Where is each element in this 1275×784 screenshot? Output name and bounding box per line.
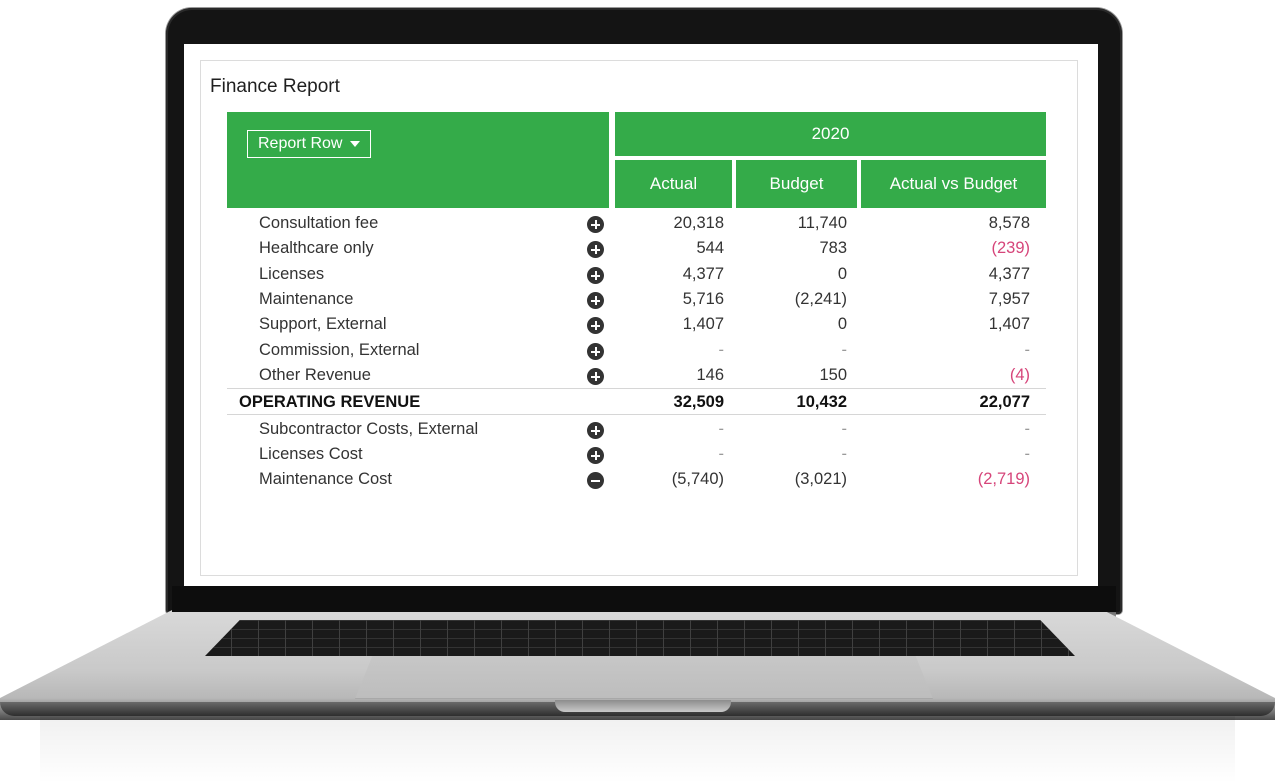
expand-plus-icon[interactable] xyxy=(587,317,604,334)
collapse-minus-icon[interactable] xyxy=(587,472,604,489)
actual-value: 544 xyxy=(696,239,724,257)
table-row: Maintenance 5,716 (2,241) 7,957 xyxy=(227,287,1046,312)
budget-value: 0 xyxy=(837,315,847,333)
year-header: 2020 xyxy=(615,112,1046,156)
actual-value: 32,509 xyxy=(673,393,724,411)
expand-plus-icon[interactable] xyxy=(587,368,604,385)
budget-value: (3,021) xyxy=(794,470,847,488)
row-label: Healthcare only xyxy=(259,239,374,257)
table-row: Commission, External - - - xyxy=(227,338,1046,363)
report-title: Finance Report xyxy=(210,76,340,97)
row-divider xyxy=(227,388,1046,389)
actual-value: 1,407 xyxy=(682,315,724,333)
table-row: Maintenance Cost (5,740) (3,021) (2,719) xyxy=(227,467,1046,492)
expand-plus-icon[interactable] xyxy=(587,216,604,233)
expand-plus-icon[interactable] xyxy=(587,343,604,360)
laptop-chin xyxy=(172,586,1116,612)
laptop-reflection xyxy=(40,716,1235,784)
budget-value: 150 xyxy=(819,366,847,384)
variance-value: 4,377 xyxy=(988,265,1030,283)
expand-plus-icon[interactable] xyxy=(587,447,604,464)
table-row: Subcontractor Costs, External - - - xyxy=(227,417,1046,442)
budget-value: (2,241) xyxy=(794,290,847,308)
variance-value: (2,719) xyxy=(977,470,1030,488)
row-label: Support, External xyxy=(259,315,387,333)
column-header-actual-vs-budget: Actual vs Budget xyxy=(861,160,1046,208)
variance-value: - xyxy=(1024,420,1031,438)
column-header-actual: Actual xyxy=(615,160,732,208)
budget-value: 10,432 xyxy=(796,393,847,411)
row-header-cell: Report Row xyxy=(227,112,609,208)
budget-value: - xyxy=(841,341,848,359)
row-label: Licenses xyxy=(259,265,325,283)
actual-value: (5,740) xyxy=(671,470,724,488)
row-label: Commission, External xyxy=(259,341,420,359)
row-label: Maintenance Cost xyxy=(259,470,392,488)
row-label: Maintenance xyxy=(259,290,354,308)
variance-value: - xyxy=(1024,445,1031,463)
expand-plus-icon[interactable] xyxy=(587,267,604,284)
table-row: Healthcare only 544 783 (239) xyxy=(227,236,1046,261)
column-header-budget: Budget xyxy=(736,160,857,208)
actual-value: - xyxy=(718,445,725,463)
actual-value: 20,318 xyxy=(673,214,724,232)
variance-value: (4) xyxy=(1009,366,1030,384)
variance-value: - xyxy=(1024,341,1031,359)
table-total-row: OPERATING REVENUE 32,509 10,432 22,077 xyxy=(227,390,1046,415)
table-row: Other Revenue 146 150 (4) xyxy=(227,363,1046,388)
expand-plus-icon[interactable] xyxy=(587,292,604,309)
expand-plus-icon[interactable] xyxy=(587,241,604,258)
table-row: Licenses 4,377 0 4,377 xyxy=(227,262,1046,287)
budget-value: - xyxy=(841,445,848,463)
laptop-notch xyxy=(555,700,731,712)
table-row: Support, External 1,407 0 1,407 xyxy=(227,312,1046,337)
laptop-trackpad xyxy=(355,656,933,699)
table-row: Licenses Cost - - - xyxy=(227,442,1046,467)
budget-value: 0 xyxy=(837,265,847,283)
actual-value: 146 xyxy=(696,366,724,384)
budget-value: 783 xyxy=(819,239,847,257)
table-row: Consultation fee 20,318 11,740 8,578 xyxy=(227,211,1046,236)
variance-value: 7,957 xyxy=(988,290,1030,308)
report-row-dropdown[interactable]: Report Row xyxy=(247,130,372,158)
variance-value: 1,407 xyxy=(988,315,1030,333)
expand-plus-icon[interactable] xyxy=(587,422,604,439)
variance-value: 8,578 xyxy=(988,214,1030,232)
variance-value: (239) xyxy=(991,239,1030,257)
row-label: Subcontractor Costs, External xyxy=(259,420,479,438)
row-label: Licenses Cost xyxy=(259,445,363,463)
actual-value: - xyxy=(718,420,725,438)
row-divider xyxy=(227,414,1046,415)
laptop-screen: Finance Report Report Row 2020 Actual Bu… xyxy=(184,44,1098,586)
caret-down-icon xyxy=(350,141,361,147)
row-label: OPERATING REVENUE xyxy=(239,393,421,411)
variance-value: 22,077 xyxy=(979,393,1030,411)
actual-value: 4,377 xyxy=(682,265,724,283)
budget-value: 11,740 xyxy=(797,214,847,232)
laptop-keyboard xyxy=(205,620,1075,656)
budget-value: - xyxy=(841,420,848,438)
report-row-label: Report Row xyxy=(258,135,343,152)
row-label: Other Revenue xyxy=(259,366,371,384)
actual-value: - xyxy=(718,341,725,359)
row-label: Consultation fee xyxy=(259,214,379,232)
actual-value: 5,716 xyxy=(682,290,724,308)
